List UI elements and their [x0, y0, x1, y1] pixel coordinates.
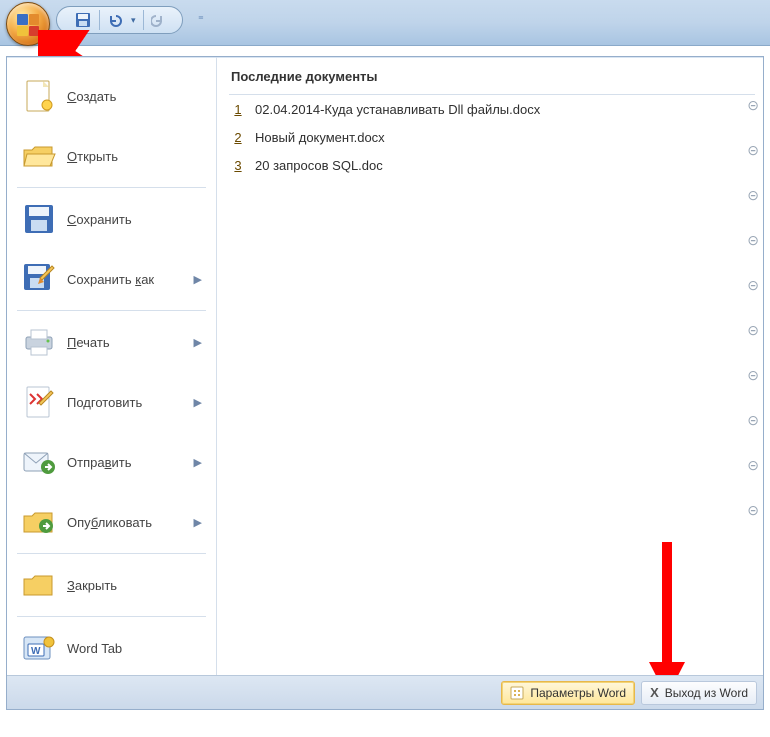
word-options-button[interactable]: Параметры Word: [501, 681, 635, 705]
recent-document-number: 2: [229, 130, 247, 145]
word-tab-icon: W: [21, 630, 57, 666]
recent-document-name: 20 запросов SQL.doc: [255, 158, 755, 173]
close-icon: X: [650, 685, 659, 700]
menu-item-publish[interactable]: Опубликовать ▶: [13, 493, 210, 551]
exit-word-label: Выход из Word: [665, 686, 748, 700]
close-folder-icon: [21, 567, 57, 603]
menu-item-close[interactable]: Закрыть: [13, 556, 210, 614]
submenu-arrow-icon: ▶: [194, 456, 202, 469]
svg-text:W: W: [31, 646, 41, 657]
qat-undo-button[interactable]: [104, 9, 128, 31]
pin-column: ⊝ ⊝ ⊝ ⊝ ⊝ ⊝ ⊝ ⊝ ⊝ ⊝: [747, 97, 759, 519]
menu-item-save[interactable]: Сохранить: [13, 190, 210, 248]
recent-document-row[interactable]: 2 Новый документ.docx: [229, 123, 755, 151]
submenu-arrow-icon: ▶: [194, 336, 202, 349]
save-icon: [21, 201, 57, 237]
recent-document-number: 3: [229, 158, 247, 173]
menu-item-label: Подготовить: [67, 395, 190, 410]
menu-item-label: Открыть: [67, 149, 202, 164]
exit-word-button[interactable]: X Выход из Word: [641, 681, 757, 705]
publish-icon: [21, 504, 57, 540]
options-icon: [510, 686, 524, 700]
print-icon: [21, 324, 57, 360]
submenu-arrow-icon: ▶: [194, 516, 202, 529]
submenu-arrow-icon: ▶: [194, 273, 202, 286]
menu-item-prepare[interactable]: Подготовить ▶: [13, 373, 210, 431]
menu-item-new[interactable]: Создать: [13, 67, 210, 125]
menu-item-label: Word Tab: [67, 641, 202, 656]
recent-documents-title: Последние документы: [229, 63, 755, 95]
pin-icon[interactable]: ⊝: [747, 412, 759, 429]
pin-icon[interactable]: ⊝: [747, 97, 759, 114]
qat-customize-arrow[interactable]: ⁼: [198, 13, 204, 26]
qat-redo-button[interactable]: [148, 9, 172, 31]
recent-document-name: 02.04.2014-Куда устанавливать Dll файлы.…: [255, 102, 755, 117]
pin-icon[interactable]: ⊝: [747, 457, 759, 474]
pin-icon[interactable]: ⊝: [747, 142, 759, 159]
menu-item-label: Печать: [67, 335, 190, 350]
recent-document-row[interactable]: 3 20 запросов SQL.doc: [229, 151, 755, 179]
office-menu-bottom-bar: Параметры Word X Выход из Word: [7, 675, 763, 709]
office-menu-left-column: Создать Открыть Сохранить Сохранить: [7, 57, 217, 677]
titlebar: ▾ ⁼: [0, 0, 770, 46]
office-menu: Создать Открыть Сохранить Сохранить: [6, 56, 764, 710]
recent-document-name: Новый документ.docx: [255, 130, 755, 145]
save-as-icon: [21, 261, 57, 297]
recent-document-row[interactable]: 1 02.04.2014-Куда устанавливать Dll файл…: [229, 95, 755, 123]
menu-item-send[interactable]: Отправить ▶: [13, 433, 210, 491]
pin-icon[interactable]: ⊝: [747, 502, 759, 519]
menu-item-open[interactable]: Открыть: [13, 127, 210, 185]
menu-item-label: Сохранить: [67, 212, 202, 227]
menu-item-label: Закрыть: [67, 578, 202, 593]
pin-icon[interactable]: ⊝: [747, 322, 759, 339]
menu-item-label: Опубликовать: [67, 515, 190, 530]
open-folder-icon: [21, 138, 57, 174]
pin-icon[interactable]: ⊝: [747, 367, 759, 384]
submenu-arrow-icon: ▶: [194, 396, 202, 409]
qat-save-button[interactable]: [71, 9, 95, 31]
menu-item-save-as[interactable]: Сохранить как ▶: [13, 250, 210, 308]
recent-document-number: 1: [229, 102, 247, 117]
new-document-icon: [21, 78, 57, 114]
send-icon: [21, 444, 57, 480]
menu-item-word-tab[interactable]: W Word Tab: [13, 619, 210, 677]
pin-icon[interactable]: ⊝: [747, 277, 759, 294]
recent-documents-panel: Последние документы 1 02.04.2014-Куда ус…: [217, 57, 763, 677]
pin-icon[interactable]: ⊝: [747, 187, 759, 204]
pin-icon[interactable]: ⊝: [747, 232, 759, 249]
office-button[interactable]: [6, 2, 50, 46]
menu-item-label: Сохранить как: [67, 272, 190, 287]
prepare-icon: [21, 384, 57, 420]
quick-access-toolbar: ▾: [56, 6, 183, 34]
menu-item-print[interactable]: Печать ▶: [13, 313, 210, 371]
word-options-label: Параметры Word: [530, 686, 626, 700]
menu-item-label: Создать: [67, 89, 202, 104]
menu-item-label: Отправить: [67, 455, 190, 470]
